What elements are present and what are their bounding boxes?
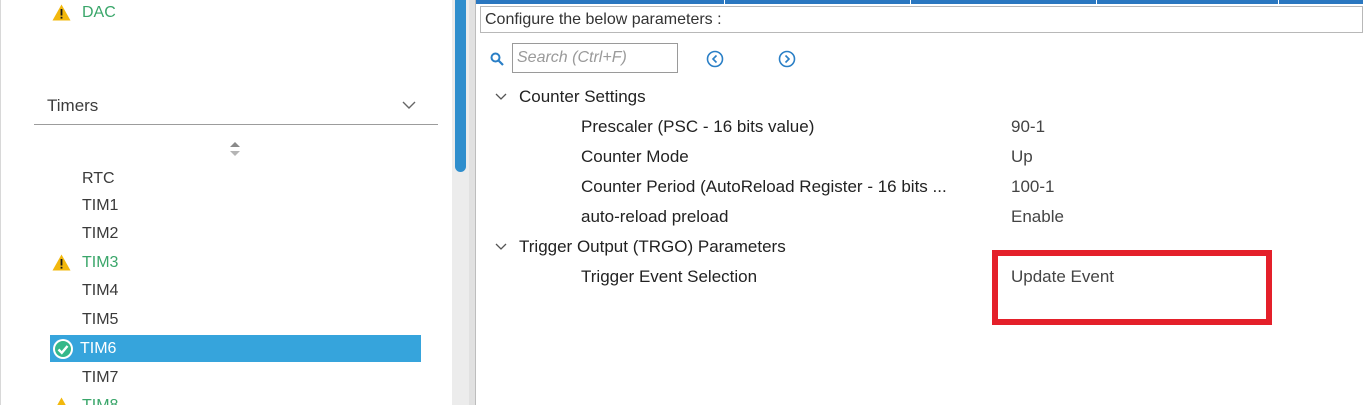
param-value[interactable]: Up (1011, 143, 1033, 171)
timer-item-label: TIM6 (80, 340, 117, 357)
left-scrollbar-thumb[interactable] (455, 0, 466, 172)
tree-group-trigger-output[interactable]: Trigger Output (TRGO) Parameters (476, 233, 1363, 261)
timer-item-rtc[interactable]: RTC (52, 165, 422, 192)
timer-item-label: TIM1 (82, 197, 119, 214)
section-divider (34, 124, 438, 125)
timer-item-tim1[interactable]: TIM1 (52, 192, 422, 219)
search-icon (490, 52, 504, 66)
right-panel: Configure the below parameters : Counter… (476, 0, 1363, 405)
sort-icon[interactable] (229, 141, 241, 157)
previous-result-icon[interactable] (706, 50, 724, 68)
param-value[interactable]: Update Event (1011, 263, 1114, 291)
param-value[interactable]: 90-1 (1011, 113, 1045, 141)
timer-item-label: TIM4 (82, 282, 119, 299)
timer-item-label: TIM2 (82, 225, 119, 242)
group-name: Counter Settings (519, 87, 646, 106)
param-row-auto-reload-preload[interactable]: auto-reload preload Enable (476, 203, 1363, 231)
param-row-prescaler[interactable]: Prescaler (PSC - 16 bits value) 90-1 (476, 113, 1363, 141)
group-name: Trigger Output (TRGO) Parameters (519, 237, 786, 256)
timer-item-label: TIM7 (82, 369, 119, 386)
tab-strip[interactable] (476, 0, 1363, 4)
param-name: Trigger Event Selection (581, 267, 758, 286)
param-name: Prescaler (PSC - 16 bits value) (581, 117, 815, 136)
section-title: Timers (47, 96, 99, 115)
section-header-timers[interactable]: Timers (47, 92, 437, 120)
chevron-down-icon[interactable] (402, 100, 416, 110)
timer-item-tim5[interactable]: TIM5 (52, 306, 422, 333)
next-result-icon[interactable] (778, 50, 796, 68)
warning-icon (57, 397, 66, 405)
left-panel-edge (0, 0, 1, 405)
tree-group-counter-settings[interactable]: Counter Settings (476, 83, 1363, 111)
timer-item-label: TIM5 (82, 311, 119, 328)
chevron-down-icon[interactable] (495, 242, 507, 251)
warning-icon (52, 254, 71, 271)
param-value[interactable]: 100-1 (1011, 173, 1054, 201)
timer-item-label: TIM8 (82, 392, 118, 405)
param-name: Counter Period (AutoReload Register - 16… (581, 177, 947, 196)
timer-item-tim8[interactable]: TIM8 (52, 392, 422, 405)
timer-item-tim2[interactable]: TIM2 (52, 220, 422, 247)
timer-item-tim3[interactable]: TIM3 (52, 249, 422, 276)
category-item-label: DAC (82, 4, 116, 21)
timer-item-label: TIM3 (82, 254, 119, 271)
param-name: Counter Mode (581, 147, 689, 166)
timer-item-label: RTC (82, 170, 115, 187)
category-item-dac[interactable]: DAC (52, 0, 352, 26)
search-row (490, 43, 890, 75)
warning-icon (52, 4, 71, 21)
chevron-down-icon[interactable] (495, 92, 507, 101)
check-circle-icon (53, 339, 73, 359)
param-row-trigger-event-selection[interactable]: Trigger Event Selection Update Event (476, 263, 1363, 291)
param-value[interactable]: Enable (1011, 203, 1064, 231)
timer-item-tim4[interactable]: TIM4 (52, 277, 422, 304)
timer-item-tim7[interactable]: TIM7 (52, 364, 422, 391)
timer-item-tim6[interactable]: TIM6 (50, 335, 421, 362)
param-name: auto-reload preload (581, 207, 729, 226)
param-row-counter-mode[interactable]: Counter Mode Up (476, 143, 1363, 171)
left-panel: DAC Timers RTC TIM1 TIM2 TIM3 TIM4 TIM5 … (0, 0, 452, 405)
config-header: Configure the below parameters : (480, 6, 1363, 33)
param-row-counter-period[interactable]: Counter Period (AutoReload Register - 16… (476, 173, 1363, 201)
search-input[interactable] (512, 43, 678, 73)
